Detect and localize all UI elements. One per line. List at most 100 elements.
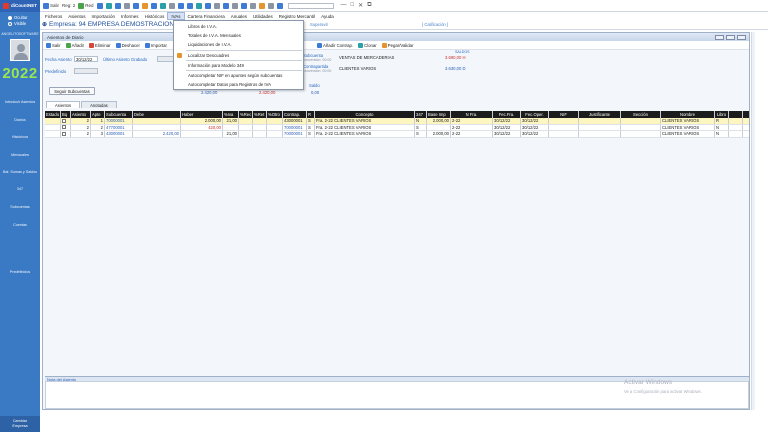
- maximize-icon[interactable]: □: [351, 2, 355, 9]
- settings-icon[interactable]: [276, 2, 283, 9]
- menu-item-autocompletar-nif[interactable]: Autocompletar NIF en apuntes según subcu…: [188, 73, 282, 78]
- doc-paste-validate-button[interactable]: Pegar/Validar: [381, 42, 413, 48]
- company-superavit: Superavit: [310, 22, 328, 27]
- preview-icon[interactable]: [222, 2, 229, 9]
- menu-utilidades[interactable]: Utilidades: [250, 14, 276, 19]
- close-icon[interactable]: ✕: [358, 2, 363, 9]
- app-toolbar: diCountNET Salir Reg: 2 Red — □ ✕ ⧉: [0, 0, 768, 12]
- doc-import-button[interactable]: Importar: [144, 42, 167, 48]
- menu-ivas[interactable]: IVAs: [167, 12, 185, 20]
- fiscal-year: 2022: [2, 65, 38, 82]
- globe-icon[interactable]: [96, 2, 103, 9]
- lock-checkbox[interactable]: [62, 131, 66, 136]
- doc-add-button[interactable]: Añadir: [65, 42, 84, 48]
- sidebar-item-introducir-asientos[interactable]: Introducir Asientos: [0, 100, 40, 104]
- doc-delete-button[interactable]: Eliminar: [89, 42, 111, 48]
- balance-icon[interactable]: [195, 2, 202, 9]
- doc-exit-button[interactable]: Salir: [46, 42, 61, 48]
- tab-asientos[interactable]: Asientos: [46, 101, 81, 108]
- menu-informes[interactable]: Informes: [118, 14, 142, 19]
- toolbar-search-input[interactable]: [287, 2, 334, 9]
- folder-icon[interactable]: [141, 2, 148, 9]
- doc-undo-button[interactable]: Deshacer: [115, 42, 140, 48]
- restore-icon[interactable]: ⧉: [367, 2, 371, 9]
- predefinido-input[interactable]: [74, 68, 98, 74]
- menu-item-modelo-349[interactable]: Información para Modelo 349: [188, 63, 244, 68]
- lock-checkbox[interactable]: [62, 118, 66, 123]
- change-company-button[interactable]: Cambiar Empresa: [0, 416, 40, 432]
- window-restore-button[interactable]: [726, 34, 735, 40]
- sidebar-item-mensuales[interactable]: Mensuales: [0, 153, 40, 157]
- ultimo-asiento-label: Último Asiento Grabado: [103, 57, 148, 62]
- sidebar-item-347[interactable]: 347: [0, 187, 40, 191]
- left-sidebar: Ocultar Visible ANGELITOSOFTWARE 2022 In…: [0, 12, 40, 432]
- list-icon[interactable]: [132, 2, 139, 9]
- journal-icon[interactable]: [186, 2, 193, 9]
- sidebar-item-diarios[interactable]: Diarios: [0, 118, 40, 122]
- delete-icon: [89, 42, 95, 48]
- ledger-icon[interactable]: [150, 2, 157, 9]
- sidebar-item-subcuentas[interactable]: Subcuentas: [0, 205, 40, 209]
- calendar-icon[interactable]: [249, 2, 256, 9]
- minimize-icon[interactable]: —: [341, 2, 347, 9]
- sidebar-user-name: ANGELITOSOFTWARE: [1, 32, 39, 36]
- menu-item-liquidaciones-iva[interactable]: Liquidaciones de I.V.A.: [188, 42, 232, 47]
- menu-registro-mercantil[interactable]: Registro Mercantil: [276, 14, 318, 19]
- window-title: Asientos de Diario: [47, 34, 84, 40]
- table-row[interactable]: 2 3 43000001 2.420,00 21,00 70000001 S F…: [45, 131, 749, 138]
- lock-checkbox[interactable]: [62, 125, 66, 130]
- window-minimize-button[interactable]: [715, 34, 724, 40]
- fecha-input[interactable]: 30/12/22: [74, 56, 98, 62]
- menu-ayuda[interactable]: Ayuda: [318, 14, 337, 19]
- menu-anuales[interactable]: Anuales: [228, 14, 250, 19]
- chart-icon[interactable]: [159, 2, 166, 9]
- menu-item-totales-iva-mensuales[interactable]: Totales de I.V.A. Mensuales: [188, 33, 241, 38]
- report-icon[interactable]: [177, 2, 184, 9]
- sidebar-item-sumas-saldos[interactable]: Bal. Sumas y Saldos: [0, 170, 40, 174]
- subcuenta-sub: conversión: 00:00: [303, 58, 332, 62]
- sidebar-item-historicos[interactable]: Históricos: [0, 135, 40, 139]
- menu-item-libros-iva[interactable]: Libros de I.V.A.: [188, 24, 217, 29]
- company-bar: ⊕ Empresa: 94 EMPRESA DEMOSTRACION Super…: [40, 20, 768, 30]
- export-icon[interactable]: [240, 2, 247, 9]
- menu-importacion[interactable]: Importación: [89, 14, 119, 19]
- print-icon[interactable]: [213, 2, 220, 9]
- menu-item-localizar-descuadres[interactable]: Localizar Descuadres: [188, 53, 229, 58]
- toolbar-exit-button[interactable]: Salir: [43, 2, 59, 9]
- radio-ocultar-icon[interactable]: [8, 15, 12, 20]
- expand-icon[interactable]: ⊕: [42, 21, 47, 28]
- contrap-icon: [316, 42, 322, 48]
- avatar: [10, 39, 30, 61]
- menu-historicos[interactable]: Históricos: [142, 14, 168, 19]
- radio-visible[interactable]: Visible: [0, 20, 40, 26]
- window-titlebar: Asientos de Diario: [43, 33, 749, 41]
- document-icon[interactable]: [114, 2, 121, 9]
- window-close-button[interactable]: [737, 34, 746, 40]
- edit-icon[interactable]: [231, 2, 238, 9]
- journal-entries-window: Asientos de Diario Salir Añadir Eliminar…: [42, 32, 750, 410]
- vertical-scrollbar[interactable]: [751, 32, 755, 410]
- company-calificacion[interactable]: [ Calificación ]: [422, 22, 448, 27]
- tools-icon[interactable]: [258, 2, 265, 9]
- menu-ficheros[interactable]: Ficheros: [42, 14, 65, 19]
- menu-separator: [186, 70, 302, 71]
- saldos-label: SALDOS: [455, 50, 470, 54]
- tab-anotadas[interactable]: Anotadas: [81, 101, 117, 108]
- buscar-subcuentas-button[interactable]: Seguir Subcuentas: [49, 87, 95, 95]
- doc-clone-button[interactable]: Clonar: [358, 42, 377, 48]
- user-icon[interactable]: [267, 2, 274, 9]
- toolbar-reg-button[interactable]: Reg: 2: [62, 3, 75, 8]
- tax-icon[interactable]: [204, 2, 211, 9]
- doc-add-contrap-button[interactable]: Añadir Contrap.: [316, 42, 353, 48]
- calculator-icon[interactable]: [105, 2, 112, 9]
- exit-icon: [43, 2, 49, 9]
- sidebar-item-cuentas[interactable]: Cuentas: [0, 223, 40, 227]
- menu-asientos[interactable]: Asientos: [65, 14, 88, 19]
- radio-visible-icon[interactable]: [8, 21, 12, 26]
- toolbar-red-button[interactable]: Red: [78, 2, 94, 9]
- menu-item-autocompletar-iva[interactable]: Autocompletar Datos para Registros de IV…: [188, 82, 271, 87]
- menu-cartera-financiera[interactable]: Cartera Financiera: [185, 14, 228, 19]
- table-icon[interactable]: [123, 2, 130, 9]
- sidebar-item-predefinidos[interactable]: Predefinidos: [0, 270, 40, 274]
- grid-icon[interactable]: [168, 2, 175, 9]
